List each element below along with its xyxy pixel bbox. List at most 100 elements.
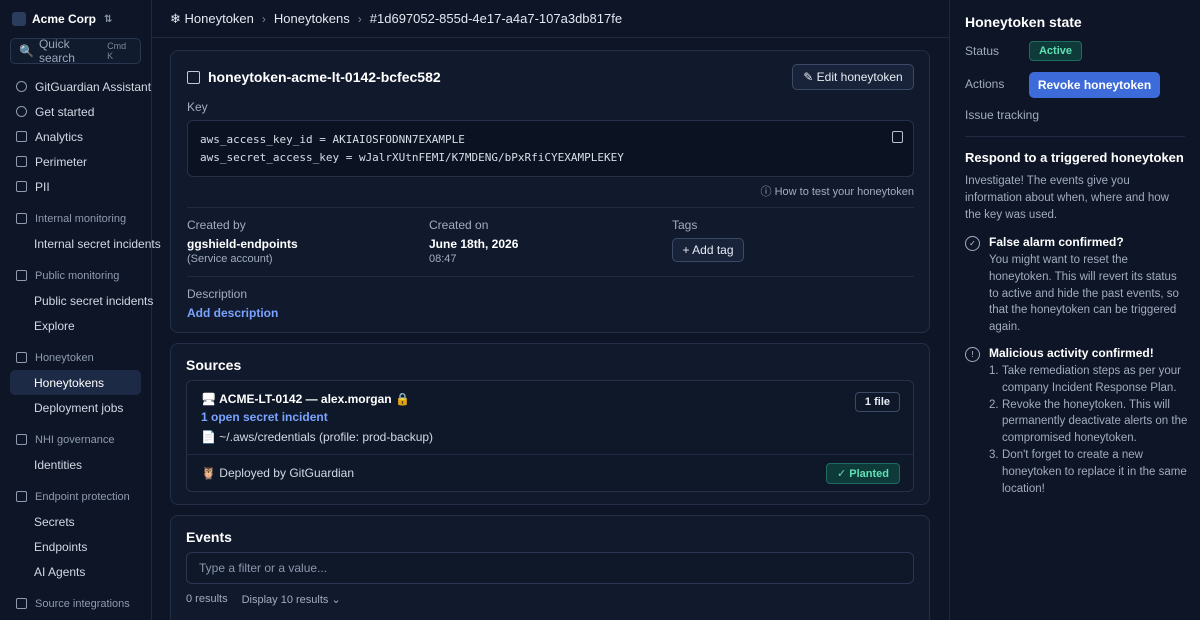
org-name: Acme Corp	[32, 12, 97, 26]
sidebar-item-get-started[interactable]: Get started	[10, 99, 141, 124]
false-alarm-title: False alarm confirmed?	[989, 235, 1124, 249]
list-item: 1. Take remediation steps as per your com…	[989, 365, 1181, 394]
step-text: Take remediation steps as per your compa…	[1002, 365, 1181, 394]
perimeter-icon	[16, 156, 27, 167]
sidebar-item-label: Explore	[34, 318, 75, 333]
step-text: Don't forget to create a new honeytoken …	[1002, 448, 1187, 495]
add-tag-button[interactable]: + Add tag	[672, 238, 744, 262]
honeytoken-state-panel: Honeytoken state Status Active Actions R…	[949, 0, 1200, 620]
sidebar-item-public-secret-incidents[interactable]: Public secret incidents	[10, 288, 153, 313]
issue-tracking-label: Issue tracking	[965, 108, 1040, 122]
sidebar-item-explore[interactable]: Explore	[10, 313, 141, 338]
breadcrumb: ❄ Honeytoken › Honeytokens › #1d697052-8…	[152, 0, 949, 38]
key-code-block: aws_access_key_id = AKIAIOSFODNN7EXAMPLE…	[187, 120, 914, 177]
open-incident-link[interactable]: 1 open secret incident	[201, 410, 328, 424]
sidebar-section-endpoint-protection[interactable]: Endpoint protection	[10, 484, 141, 509]
file-count-badge[interactable]: 1 file	[854, 392, 900, 412]
org-logo	[12, 12, 26, 26]
sidebar-item-analytics[interactable]: Analytics	[10, 124, 141, 149]
status-badge: Active	[1029, 41, 1082, 61]
key-line: aws_secret_access_key = wJalrXUtnFEMI/K7…	[200, 151, 624, 164]
revoke-honeytoken-button[interactable]: Revoke honeytoken	[1029, 72, 1160, 98]
created-on-value: June 18th, 2026	[429, 237, 519, 251]
sidebar-item-ai-agents[interactable]: AI Agents	[10, 559, 141, 584]
sidebar-item-label: Analytics	[35, 129, 84, 144]
sidebar-section-public-monitoring[interactable]: Public monitoring	[10, 263, 141, 288]
sidebar-section-nhi-governance[interactable]: NHI governance	[10, 427, 141, 452]
sidebar-section-label: Internal monitoring	[35, 212, 127, 225]
created-on-time: 08:47	[429, 253, 457, 265]
remediation-steps: 1. Take remediation steps as per your com…	[989, 363, 1189, 497]
results-count: 0 results	[186, 593, 228, 605]
created-by-type: (Service account)	[187, 253, 273, 265]
events-filter-input[interactable]: Type a filter or a value...	[186, 552, 914, 584]
sidebar-section-internal-monitoring[interactable]: Internal monitoring	[10, 206, 141, 231]
sidebar-item-endpoints[interactable]: Endpoints	[10, 534, 141, 559]
search-placeholder: Quick search	[38, 37, 75, 65]
sidebar-item-label: Honeytokens	[34, 375, 105, 390]
sidebar-item-honeytokens[interactable]: Honeytokens	[10, 370, 141, 395]
select-checkbox[interactable]	[187, 70, 200, 84]
quick-search[interactable]: 🔍 Quick search Cmd K	[10, 37, 141, 65]
created-on-label: Created on	[429, 218, 489, 232]
edit-honeytoken-button[interactable]: ✎ Edit honeytoken	[792, 64, 914, 90]
copy-icon[interactable]	[892, 131, 903, 143]
sidebar-item-perimeter[interactable]: Perimeter	[10, 149, 141, 174]
list-item: 2. Revoke the honeytoken. This will perma…	[989, 398, 1188, 445]
how-to-test-link[interactable]: ⓘ How to test your honeytoken	[761, 183, 914, 199]
sidebar-item-label: GitGuardian Assistant	[35, 79, 152, 94]
sidebar-section-label: Endpoint protection	[35, 490, 130, 503]
sidebar-item-label: Identities	[34, 457, 83, 472]
sidebar-item-gitguardian-assistant[interactable]: GitGuardian Assistant	[10, 74, 151, 99]
sidebar-item-label: AI Agents	[34, 564, 86, 579]
sidebar-section-source-integrations[interactable]: Source integrations	[10, 591, 141, 616]
divider	[187, 454, 913, 455]
breadcrumb-separator-icon: ›	[357, 11, 362, 26]
sidebar-item-label: Endpoints	[34, 539, 88, 554]
events-title: Events	[186, 529, 232, 545]
key-label: Key	[187, 100, 208, 114]
breadcrumb-honeytoken[interactable]: ❄ Honeytoken	[170, 11, 254, 27]
breadcrumb-separator-icon: ›	[261, 11, 266, 26]
public-monitoring-icon	[16, 270, 27, 281]
respond-intro: Investigate! The events give you informa…	[965, 175, 1169, 221]
switch-org-icon[interactable]: ⇅	[104, 14, 112, 25]
results-bar: 0 results Display 10 results ⌄	[186, 593, 341, 606]
display-count-select[interactable]: Display 10 results ⌄	[242, 593, 341, 606]
org-switcher[interactable]: Acme Corp ⇅	[12, 12, 112, 26]
alert-circle-icon: !	[965, 347, 980, 362]
sidebar-section-honeytoken[interactable]: Honeytoken	[10, 345, 141, 370]
sidebar-section-label: Source integrations	[35, 597, 130, 610]
sidebar-item-label: Deployment jobs	[34, 400, 124, 415]
check-circle-icon: ✓	[965, 236, 980, 251]
endpoint-protection-icon	[16, 491, 27, 502]
source-integrations-icon	[16, 598, 27, 609]
sidebar-item-pii[interactable]: PII	[10, 174, 141, 199]
internal-monitoring-icon	[16, 213, 27, 224]
sidebar-item-secrets[interactable]: Secrets	[10, 509, 141, 534]
sources-title: Sources	[186, 357, 242, 373]
sidebar-item-label: Get started	[35, 104, 95, 119]
assistant-icon	[16, 81, 27, 92]
sidebar-item-identities[interactable]: Identities	[10, 452, 141, 477]
tags-label: Tags	[672, 218, 698, 232]
divider	[965, 136, 1185, 137]
breadcrumb-honeytokens[interactable]: Honeytokens	[274, 11, 350, 26]
sidebar-section-label: Honeytoken	[35, 351, 94, 364]
sidebar-item-internal-secret-incidents[interactable]: Internal secret incidents	[10, 231, 161, 256]
sidebar-item-deployment-jobs[interactable]: Deployment jobs	[10, 395, 141, 420]
sidebar-item-label: Public secret incidents	[34, 293, 154, 308]
events-card: Events Type a filter or a value... 0 res…	[170, 515, 930, 620]
honeytoken-icon	[16, 352, 27, 363]
add-description-link[interactable]: Add description	[187, 306, 278, 320]
sidebar-section-label: NHI governance	[35, 433, 115, 446]
respond-title: Respond to a triggered honeytoken	[965, 150, 1184, 165]
source-file-path: 📄 ~/.aws/credentials (profile: prod-back…	[201, 430, 434, 444]
key-line: aws_access_key_id = AKIAIOSFODNN7EXAMPLE	[200, 133, 465, 146]
honeytoken-name: honeytoken-acme-lt-0142-bcfec582	[208, 69, 441, 85]
state-title: Honeytoken state	[965, 14, 1082, 30]
get-started-icon	[16, 106, 27, 117]
divider	[187, 207, 914, 208]
search-icon: 🔍	[19, 44, 34, 58]
source-item: 🖥 ACME-LT-0142 — alex.morgan 🔒 1 open se…	[186, 380, 914, 492]
